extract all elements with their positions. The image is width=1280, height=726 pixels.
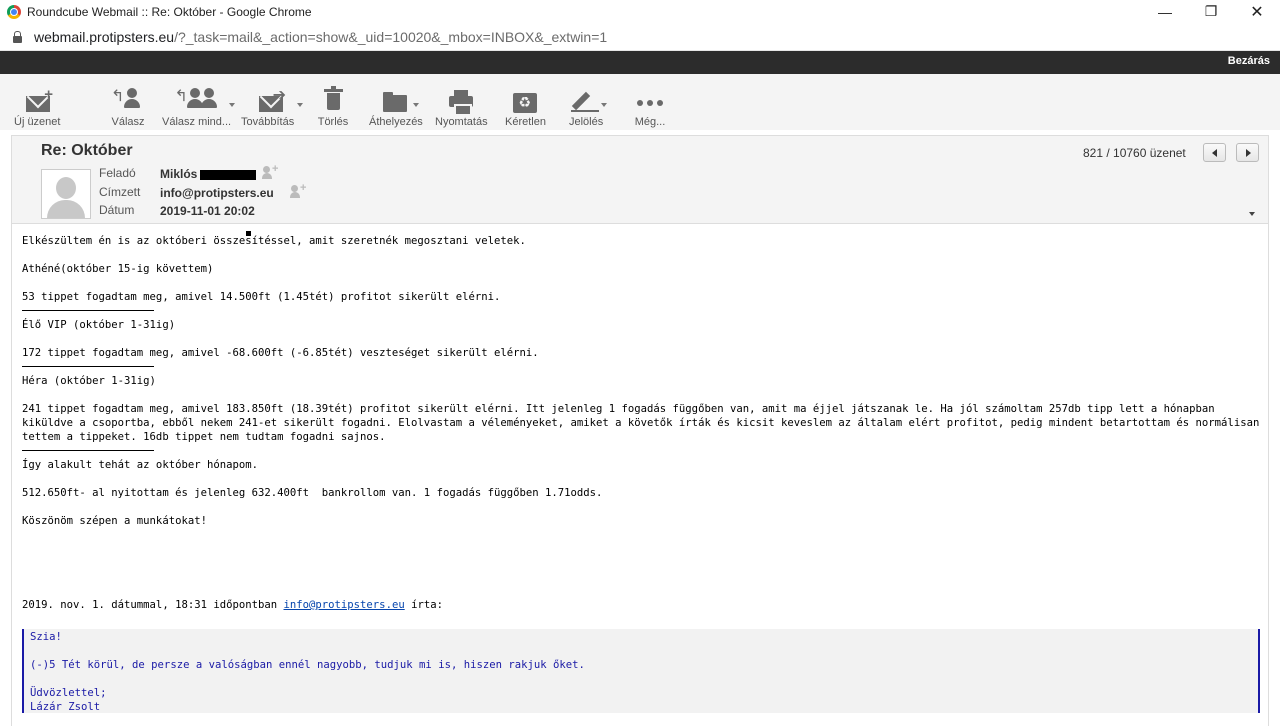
pencil-icon: [569, 86, 608, 114]
body-paragraph: Köszönöm szépen a munkátokat!: [22, 515, 207, 527]
app-topbar: Bezárás: [0, 51, 1280, 74]
mark-button[interactable]: Jelölés: [569, 86, 608, 130]
quote-line: Lázár Zsolt: [30, 701, 101, 713]
forward-icon: ➔: [251, 86, 303, 114]
print-button[interactable]: Nyomtatás: [435, 86, 488, 130]
body-paragraph: 53 tippet fogadtam meg, amivel 14.500ft …: [22, 291, 501, 303]
compose-icon: +: [20, 86, 54, 114]
to-label: Címzett: [99, 185, 141, 199]
window-titlebar: Roundcube Webmail :: Re: Október - Googl…: [0, 0, 1280, 23]
printer-icon: [444, 86, 478, 116]
delete-button[interactable]: Törlés: [316, 86, 350, 130]
quote-line: (-)5 Tét körül, de persze a valóságban e…: [30, 659, 585, 671]
add-contact-to-icon[interactable]: +: [290, 182, 308, 199]
separator-line: [22, 366, 154, 367]
maximize-button[interactable]: ❐: [1188, 0, 1234, 23]
quote-line: Üdvözlettel;: [30, 687, 107, 699]
separator-line: [22, 450, 154, 451]
quote-line: Szia!: [30, 631, 62, 643]
junk-label: Kéretlen: [505, 116, 546, 128]
reply-button[interactable]: ↰ Válasz: [111, 86, 145, 130]
close-link[interactable]: Bezárás: [1228, 55, 1270, 67]
forward-label: Továbbítás: [241, 116, 295, 128]
compose-label: Új üzenet: [14, 116, 61, 128]
print-label: Nyomtatás: [435, 116, 488, 128]
window-title: Roundcube Webmail :: Re: Október - Googl…: [27, 4, 312, 19]
more-button[interactable]: Még...: [633, 86, 667, 130]
more-dots-icon: [633, 86, 667, 114]
message-subject: Re: Október: [41, 142, 133, 159]
from-value[interactable]: Miklós: [160, 167, 257, 181]
message-body: Elkészültem én is az októberi összesítés…: [22, 234, 1262, 612]
body-paragraph: 512.650ft- al nyitottam és jelenleg 632.…: [22, 487, 603, 499]
mail-toolbar: + Új üzenet ↰ Válasz ↰ Válasz mind... ➔ …: [0, 74, 1280, 130]
reply-intro: 2019. nov. 1. dátummal, 18:31 időpontban…: [22, 598, 1262, 612]
header-toggle-icon[interactable]: [1249, 212, 1255, 216]
url-host: webmail.protipsters.eu: [34, 28, 175, 45]
reply-all-icon: ↰: [175, 86, 235, 114]
body-paragraph: Így alakult tehát az október hónapom.: [22, 459, 258, 471]
reply-intro-suffix: írta:: [411, 599, 443, 611]
body-paragraph: 172 tippet fogadtam meg, amivel -68.600f…: [22, 347, 539, 359]
reply-all-label: Válasz mind...: [162, 116, 232, 128]
next-message-button[interactable]: [1236, 143, 1259, 162]
avatar: [41, 169, 91, 219]
from-label: Feladó: [99, 166, 136, 180]
compose-button[interactable]: + Új üzenet: [14, 86, 60, 130]
body-paragraph: Athéné(október 15-ig követtem): [22, 263, 214, 275]
body-paragraph: Élő VIP (október 1-31ig): [22, 319, 176, 331]
reply-label: Válasz: [111, 116, 145, 128]
more-label: Még...: [634, 116, 666, 128]
reply-all-button[interactable]: ↰ Válasz mind...: [162, 86, 235, 130]
date-label: Dátum: [99, 203, 135, 217]
reply-icon: ↰: [111, 86, 145, 114]
recycle-icon: [508, 86, 542, 114]
close-window-button[interactable]: ✕: [1234, 0, 1280, 23]
url-path: /?_task=mail&_action=show&_uid=10020&_mb…: [174, 28, 608, 45]
move-label: Áthelyezés: [369, 116, 423, 128]
trash-icon: [316, 86, 350, 114]
url-text[interactable]: webmail.protipsters.eu/?_task=mail&_acti…: [34, 29, 607, 45]
sender-name: Miklós: [160, 167, 198, 181]
message-panel: Re: Október Feladó Miklós + Címzett info…: [11, 135, 1269, 726]
delete-label: Törlés: [317, 116, 349, 128]
redacted-email: [200, 169, 257, 180]
minimize-button[interactable]: —: [1142, 0, 1188, 23]
previous-message-button[interactable]: [1203, 143, 1226, 162]
message-header: Re: Október Feladó Miklós + Címzett info…: [12, 136, 1268, 224]
reply-intro-email-link[interactable]: info@protipsters.eu: [284, 599, 405, 611]
address-bar[interactable]: webmail.protipsters.eu/?_task=mail&_acti…: [0, 23, 1280, 51]
message-counter: 821 / 10760 üzenet: [1083, 146, 1186, 160]
chrome-logo-icon: [7, 4, 21, 19]
date-value: 2019-11-01 20:02: [160, 204, 255, 218]
mark-label: Jelölés: [569, 116, 604, 128]
move-button[interactable]: Áthelyezés: [369, 86, 423, 130]
body-paragraph: Héra (október 1-31ig): [22, 375, 156, 387]
junk-button[interactable]: Kéretlen: [505, 86, 546, 130]
add-contact-from-icon[interactable]: +: [262, 163, 280, 180]
quoted-message: Szia! (-)5 Tét körül, de persze a valósá…: [22, 629, 1260, 713]
body-paragraph: Elkészültem én is az októberi összesítés…: [22, 235, 526, 247]
reply-intro-prefix: 2019. nov. 1. dátummal, 18:31 időpontban: [22, 599, 278, 611]
to-value[interactable]: info@protipsters.eu: [160, 186, 274, 200]
body-paragraph: 241 tippet fogadtam meg, amivel 183.850f…: [22, 403, 1266, 443]
lock-icon: [13, 30, 22, 43]
folder-move-icon: [379, 86, 419, 114]
forward-button[interactable]: ➔ Továbbítás: [241, 86, 303, 130]
separator-line: [22, 310, 154, 311]
